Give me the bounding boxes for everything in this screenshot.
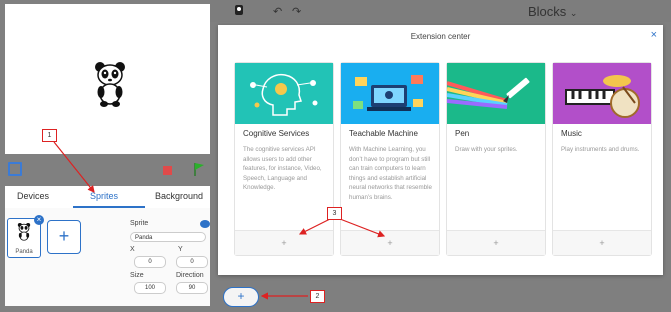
app-window: Devices Sprites Background × Panda + Spr… xyxy=(0,0,671,312)
annotation-2: 2 xyxy=(310,290,325,303)
annotation-1: 1 xyxy=(42,129,57,142)
annotation-arrows xyxy=(53,141,386,300)
annotation-3: 3 xyxy=(327,207,342,220)
